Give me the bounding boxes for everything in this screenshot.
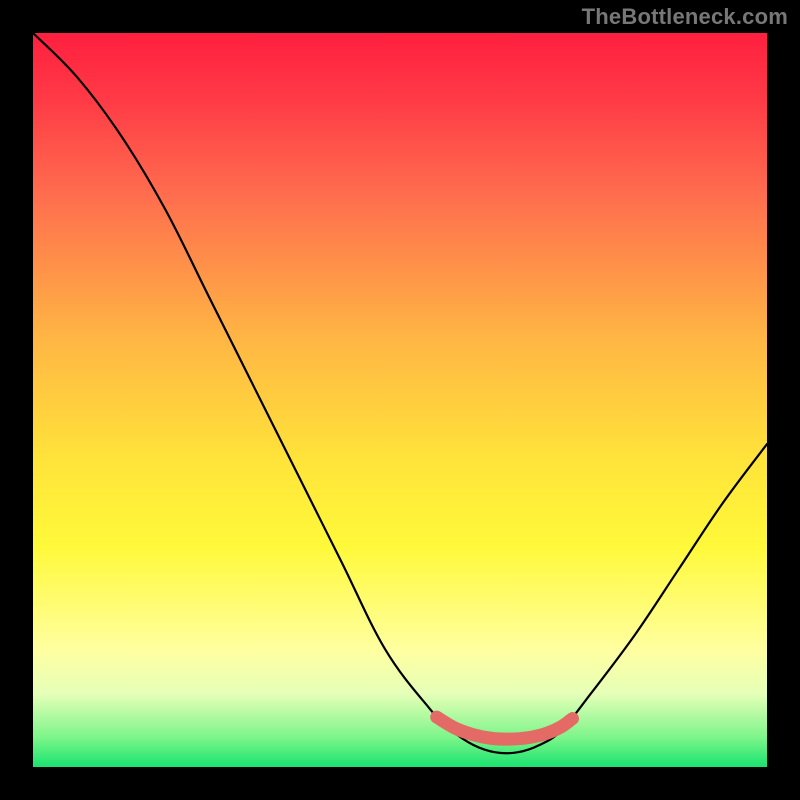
optimal-range-overlay	[437, 717, 573, 739]
bottleneck-curve	[33, 33, 767, 753]
watermark-text: TheBottleneck.com	[582, 4, 788, 30]
chart-frame: TheBottleneck.com	[0, 0, 800, 800]
plot-area	[33, 33, 767, 767]
curve-layer	[33, 33, 767, 767]
